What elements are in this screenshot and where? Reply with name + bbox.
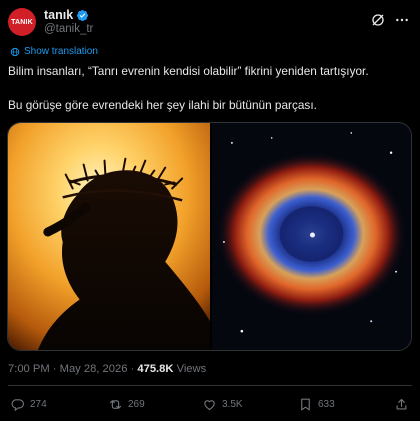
display-name[interactable]: tanık [44, 8, 73, 22]
reply-count: 274 [30, 399, 47, 410]
bookmark-icon [301, 398, 310, 411]
repost-count: 269 [128, 399, 145, 410]
repost-icon [109, 400, 122, 409]
verified-badge-icon [77, 9, 89, 21]
heart-icon [204, 400, 215, 411]
globe-icon [10, 47, 20, 56]
handle[interactable]: @tanik_tr [44, 23, 93, 35]
post-metadata: 7:00 PM · May 28, 2026 · 475.8K Views [8, 363, 206, 375]
divider [8, 385, 412, 386]
show-translation-link[interactable]: Show translation [10, 46, 98, 57]
avatar[interactable]: TANIK [8, 8, 36, 36]
bookmark-button[interactable]: 633 [298, 397, 335, 412]
views-label: Views [176, 363, 207, 375]
share-button[interactable] [394, 397, 409, 412]
views-count: 475.8K [137, 363, 174, 375]
repost-button[interactable]: 269 [108, 397, 145, 412]
show-translation-label: Show translation [24, 46, 98, 57]
meta-separator: · [52, 363, 57, 375]
crown-of-thorns-image[interactable] [8, 123, 210, 350]
post-time[interactable]: 7:00 PM [8, 363, 50, 375]
meta-separator: · [130, 363, 135, 375]
grok-icon[interactable] [370, 12, 386, 28]
reply-icon [11, 399, 24, 412]
post-text-line-2: Bu görüşe göre evrendeki her şey ilahi b… [8, 98, 317, 112]
media-grid [7, 122, 412, 351]
author-block: tanık @tanik_tr [44, 8, 93, 35]
helix-nebula-image[interactable] [212, 123, 411, 350]
avatar-text: TANIK [11, 18, 33, 26]
like-button[interactable]: 3.5K [202, 397, 243, 412]
bookmark-count: 633 [318, 399, 335, 410]
more-options-icon[interactable] [394, 12, 410, 28]
action-bar: 274 269 3.5K 633 [8, 397, 412, 417]
reply-button[interactable]: 274 [10, 397, 47, 412]
share-icon [396, 398, 407, 410]
like-count: 3.5K [222, 399, 243, 410]
post-text-line-1: Bilim insanları, “Tanrı evrenin kendisi … [8, 64, 369, 78]
post-date[interactable]: May 28, 2026 [60, 363, 128, 375]
tweet-header: TANIK tanık @tanik_tr [8, 8, 412, 36]
